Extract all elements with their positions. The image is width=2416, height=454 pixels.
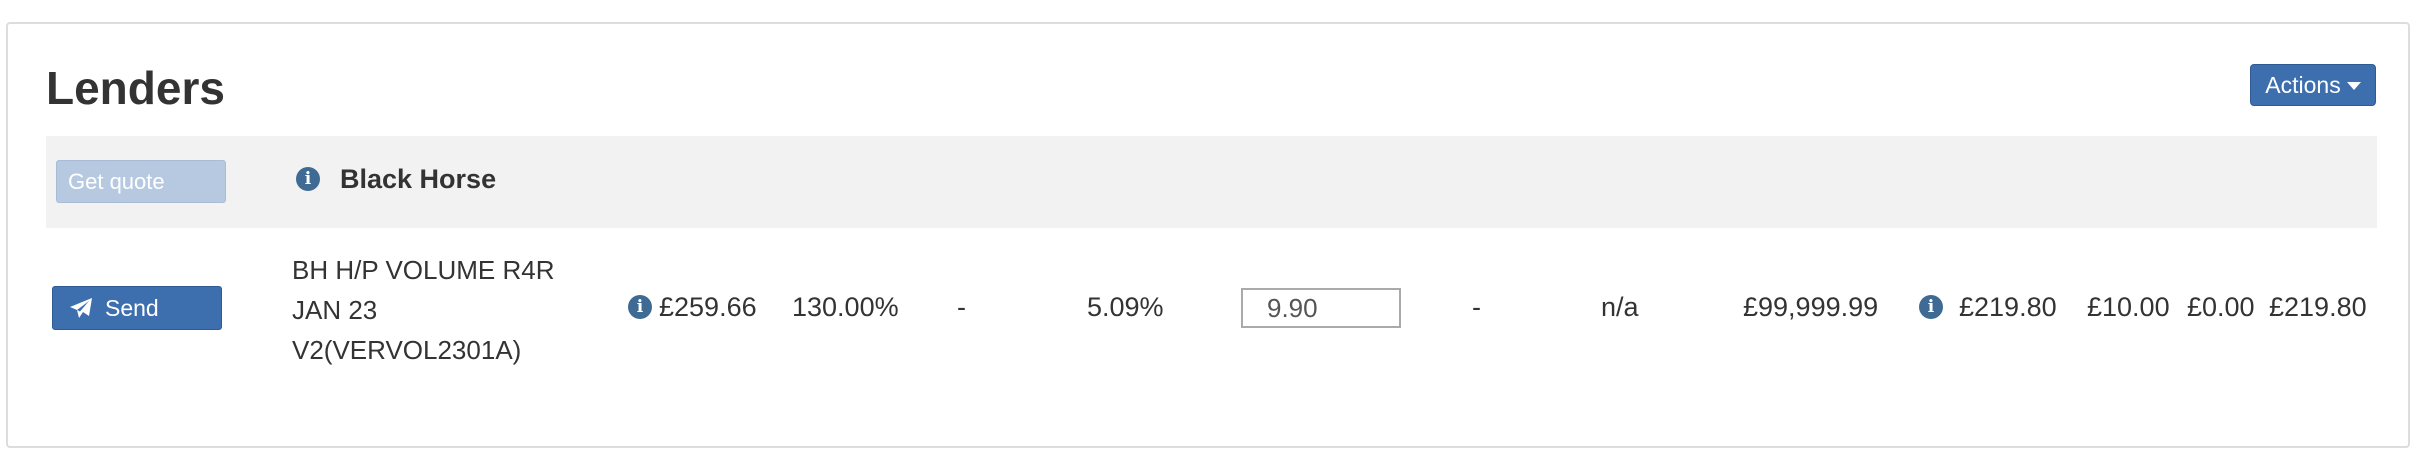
monthly-payment: £259.66 — [659, 292, 757, 322]
ltv-value: 130.00% — [792, 292, 899, 322]
monthly-payment-info-icon[interactable]: i — [628, 295, 652, 319]
na-value: n/a — [1601, 292, 1639, 322]
paper-plane-icon — [70, 298, 92, 318]
max-amount-value: £99,999.99 — [1743, 292, 1879, 322]
page-title: Lenders — [46, 62, 225, 114]
empty-value-1: - — [957, 292, 966, 322]
caret-down-icon — [2346, 82, 2361, 90]
lender-name: Black Horse — [340, 164, 497, 194]
empty-value-2: - — [1472, 292, 1481, 322]
lenders-panel — [6, 22, 2410, 448]
total-value-2: £219.80 — [2269, 292, 2367, 322]
fee-value-3: £0.00 — [2187, 292, 2255, 322]
send-button[interactable]: Send — [52, 286, 222, 330]
get-quote-button[interactable]: Get quote — [56, 160, 226, 203]
actions-dropdown-button[interactable]: Actions — [2250, 64, 2376, 106]
total-info-icon[interactable]: i — [1919, 295, 1943, 319]
actions-label: Actions — [2265, 71, 2341, 98]
send-label: Send — [105, 294, 159, 321]
total-value: £219.80 — [1959, 292, 2057, 322]
fee-input[interactable] — [1241, 288, 1401, 328]
apr-value: 5.09% — [1087, 292, 1164, 322]
lender-info-icon[interactable]: i — [296, 167, 320, 191]
product-name: BH H/P VOLUME R4R JAN 23 V2(VERVOL2301A) — [292, 255, 555, 365]
fee-value-2: £10.00 — [2087, 292, 2170, 322]
